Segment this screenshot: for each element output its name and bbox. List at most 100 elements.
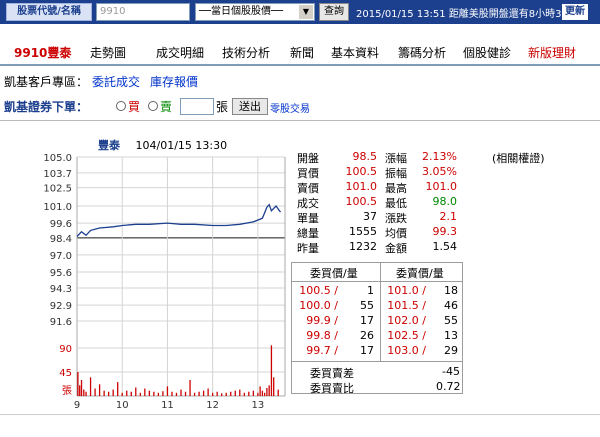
tab-trade-details[interactable]: 成交明細 — [156, 44, 204, 61]
related-warrants-link[interactable]: (相關權證) — [492, 150, 545, 166]
x-tick-label: 11 — [161, 400, 174, 411]
send-order-button[interactable]: 送出 — [232, 98, 268, 115]
y-tick-label: 91.6 — [50, 317, 72, 328]
ask-qty: 18 — [444, 284, 458, 297]
bottom-divider — [0, 414, 600, 415]
ask-qty: 55 — [444, 314, 458, 327]
unit-label: 張 — [216, 100, 229, 114]
quote-key: 賣價 — [297, 182, 319, 195]
bid-ask-ratio-value: 0.72 — [436, 380, 461, 393]
stock-code-label: 股票代號/名稱 — [6, 3, 92, 21]
bid-ask-ratio-label: 委買賣比 — [310, 382, 354, 395]
ask-price: 103.0 / — [387, 344, 426, 357]
quote-value: 101.0 — [425, 180, 458, 193]
ask-qty: 46 — [444, 299, 458, 312]
ask-price: 102.5 / — [387, 329, 426, 342]
quantity-input[interactable] — [180, 98, 214, 115]
page-select[interactable]: ──當日個股股價── ▼ — [195, 3, 315, 21]
tab-news[interactable]: 新聞 — [290, 44, 314, 61]
quote-value: 101.0 — [345, 180, 378, 193]
x-axis-labels: 9 10 11 12 13 — [74, 400, 264, 411]
orders-link[interactable]: 委託成交 — [92, 75, 140, 89]
bid-price: 100.0 / — [299, 299, 338, 312]
bid-price: 99.8 / — [306, 329, 338, 342]
bid-qty: 55 — [360, 299, 374, 312]
y-tick-label: 105.0 — [43, 153, 72, 164]
quote-value: 100.5 — [345, 165, 378, 178]
quote-key: 開盤 — [297, 152, 319, 165]
ask-price: 102.0 / — [387, 314, 426, 327]
quote-key: 漲跌 — [385, 212, 407, 225]
page-select-value: ──當日個股股價── — [199, 6, 284, 17]
bid-qty: 1 — [367, 284, 374, 297]
x-tick-label: 12 — [206, 400, 219, 411]
buy-label: 買 — [128, 100, 141, 114]
volume-tick-label: 90 — [59, 344, 72, 355]
order-book: 委買價/量 委賣價/量 委買賣差 -45 委買賣比 0.72 100.5 /1 1… — [291, 262, 463, 395]
y-tick-label: 97.0 — [50, 251, 72, 262]
order-divider — [0, 120, 600, 121]
y-tick-label: 92.9 — [50, 301, 72, 312]
order-book-header-divider — [292, 281, 462, 282]
odd-lot-link[interactable]: 零股交易 — [270, 100, 310, 115]
chart-grid — [76, 156, 286, 397]
y-tick-label: 99.6 — [50, 219, 72, 230]
y-tick-label: 103.7 — [43, 169, 72, 180]
bid-price: 99.9 / — [306, 314, 338, 327]
tab-trend[interactable]: 走勢圖 — [90, 44, 126, 61]
y-tick-label: 94.3 — [50, 284, 72, 295]
tab-health-check[interactable]: 個股健診 — [463, 44, 511, 61]
stock-code-input[interactable]: 9910 — [96, 3, 190, 21]
inventory-link[interactable]: 庫存報價 — [150, 75, 198, 89]
quote-value: 98.5 — [352, 150, 378, 163]
tab-basic-info[interactable]: 基本資料 — [331, 44, 379, 61]
main-nav: 9910豐泰 走勢圖 成交明細 技術分析 新聞 基本資料 籌碼分析 個股健診 新… — [0, 42, 600, 64]
y-tick-label: 102.5 — [43, 184, 72, 195]
volume-bars — [77, 345, 279, 396]
tab-stock-name[interactable]: 9910豐泰 — [14, 44, 71, 61]
x-tick-label: 13 — [252, 400, 265, 411]
ask-price: 101.0 / — [387, 284, 426, 297]
quote-key: 漲幅 — [385, 152, 407, 165]
quote-value: 1.54 — [432, 240, 458, 253]
ask-qty: 13 — [444, 329, 458, 342]
order-book-column-divider — [380, 263, 381, 361]
y-tick-label: 101.0 — [43, 202, 72, 213]
quote-key: 金額 — [385, 242, 407, 255]
quote-value: 2.13% — [422, 150, 457, 163]
bid-ask-diff-value: -45 — [442, 365, 460, 378]
price-line-series — [76, 203, 282, 237]
tab-technical[interactable]: 技術分析 — [222, 44, 270, 61]
ask-header: 委賣價/量 — [396, 267, 444, 280]
quote-key: 總量 — [297, 227, 319, 240]
bid-qty: 17 — [360, 344, 374, 357]
order-bar: 凱基證券下單： 買 賣 張 送出 零股交易 — [4, 98, 324, 116]
intraday-chart: 105.0 103.7 102.5 101.0 99.6 98.4 97.0 95.6 94.3… — [43, 153, 286, 411]
bid-header: 委買價/量 — [310, 267, 358, 280]
quote-value: 3.05% — [422, 165, 457, 178]
tab-chips[interactable]: 籌碼分析 — [398, 44, 446, 61]
refresh-button[interactable]: 更新 — [562, 4, 588, 20]
quote-value: 1555 — [349, 225, 377, 238]
bid-price: 100.5 / — [299, 284, 338, 297]
bid-qty: 26 — [360, 329, 374, 342]
y-axis-labels: 105.0 103.7 102.5 101.0 99.6 98.4 97.0 95.6 94.3… — [43, 153, 72, 328]
quote-key: 買價 — [297, 167, 319, 180]
price-line — [76, 203, 282, 237]
quote-key: 成交 — [297, 197, 319, 210]
ask-qty: 29 — [444, 344, 458, 357]
customer-label: 凱基客戶專區： — [4, 75, 89, 89]
order-book-footer-divider — [292, 361, 462, 362]
quote-value: 2.1 — [439, 210, 458, 223]
buy-radio[interactable] — [116, 101, 126, 111]
quote-value: 98.0 — [432, 195, 458, 208]
x-tick-label: 10 — [116, 400, 129, 411]
quote-value: 37 — [363, 210, 377, 223]
sell-radio[interactable] — [148, 101, 158, 111]
tab-new-finance[interactable]: 新版理財 — [528, 44, 576, 61]
volume-axis-labels: 90 45 張 — [59, 344, 72, 397]
nav-divider — [0, 64, 600, 66]
query-button[interactable]: 查詢 — [319, 3, 349, 21]
volume-tick-label: 45 — [59, 368, 72, 379]
chevron-down-icon[interactable]: ▼ — [299, 5, 313, 19]
